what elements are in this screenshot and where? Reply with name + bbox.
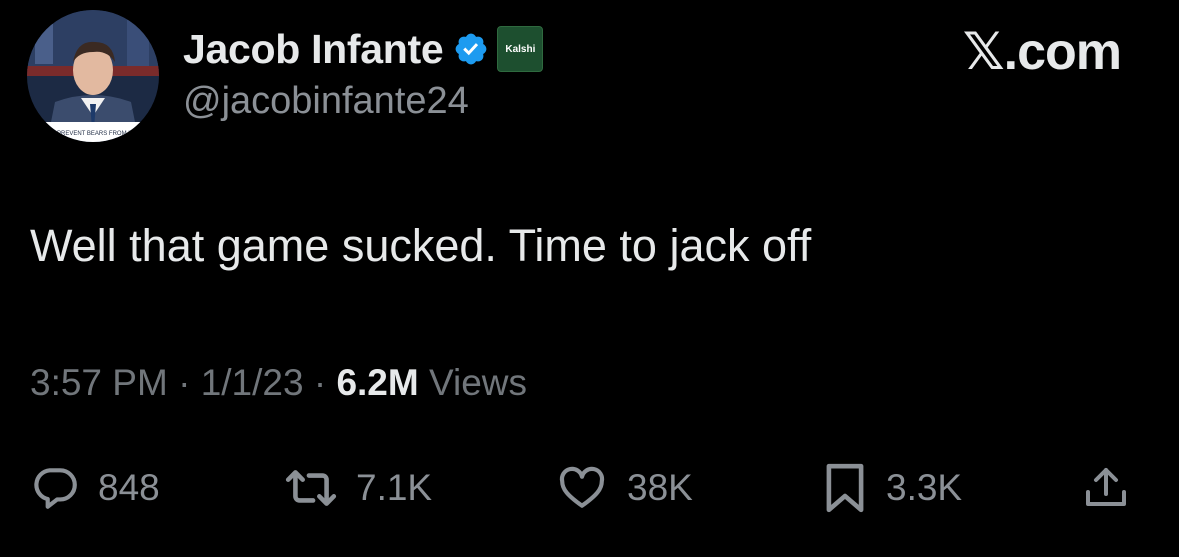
bookmark-icon bbox=[826, 463, 864, 513]
tweet-meta: 3:57 PM · 1/1/23 · 6.2M Views bbox=[30, 362, 527, 404]
reply-button[interactable]: 848 bbox=[30, 455, 160, 521]
speech-bubble-icon bbox=[34, 468, 77, 509]
like-button[interactable]: 38K bbox=[555, 455, 693, 521]
repost-button[interactable]: 7.1K bbox=[284, 455, 432, 521]
author-display-name[interactable]: Jacob Infante bbox=[183, 26, 444, 73]
affiliate-badge-label: Kalshi bbox=[505, 43, 536, 55]
tweet-time[interactable]: 3:57 PM bbox=[30, 362, 168, 403]
heart-icon bbox=[559, 466, 605, 508]
avatar-image: PREVENT BEARS FROM LEA bbox=[27, 10, 159, 142]
share-button[interactable] bbox=[1082, 455, 1130, 521]
repost-count: 7.1K bbox=[356, 467, 433, 508]
repost-arrows-icon bbox=[285, 470, 337, 506]
reply-count: 848 bbox=[98, 467, 160, 508]
bookmark-button[interactable]: 3.3K bbox=[822, 455, 962, 521]
profile-avatar[interactable]: PREVENT BEARS FROM LEA bbox=[27, 10, 159, 142]
views-count: 6.2M bbox=[336, 362, 419, 403]
affiliate-badge[interactable]: Kalshi bbox=[497, 26, 544, 72]
author-handle[interactable]: @jacobinfante24 bbox=[183, 80, 469, 123]
verified-check-icon[interactable] bbox=[453, 31, 489, 67]
tweet-text: Well that game sucked. Time to jack off bbox=[30, 220, 812, 271]
brand-logo: 𝕏.com bbox=[962, 23, 1122, 81]
views-label: Views bbox=[429, 362, 528, 403]
meta-separator: · bbox=[178, 362, 201, 403]
share-upload-icon bbox=[1086, 468, 1126, 506]
author-name-row: Jacob Infante Kalshi bbox=[183, 24, 544, 74]
action-bar: 848 7.1K 38K 3.3K bbox=[0, 455, 1179, 521]
like-count: 38K bbox=[627, 467, 693, 508]
meta-separator: · bbox=[313, 362, 337, 403]
bookmark-count: 3.3K bbox=[886, 467, 963, 508]
tweet-date[interactable]: 1/1/23 bbox=[201, 362, 304, 403]
avatar-caption: PREVENT BEARS FROM LEA bbox=[57, 131, 140, 137]
